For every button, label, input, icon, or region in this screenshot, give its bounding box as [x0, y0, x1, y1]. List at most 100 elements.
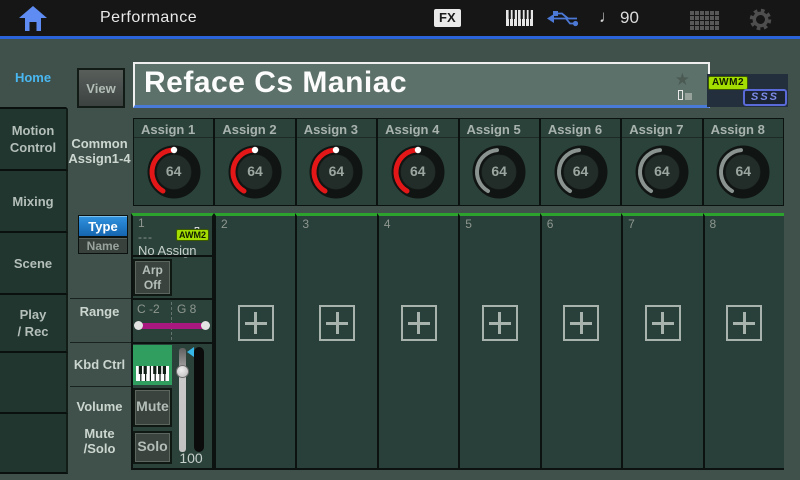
fx-status-badge[interactable]: FX: [434, 9, 461, 27]
part-3-slot[interactable]: 3: [295, 213, 376, 470]
sidebar-item-label: Control: [0, 139, 66, 156]
sidebar-item-home[interactable]: Home: [0, 47, 68, 109]
assign-knob-cell: Assign 5 64: [460, 119, 541, 205]
assign-knob-label: Assign 2: [215, 119, 294, 138]
arp-on-off-button[interactable]: Arp Off: [133, 259, 172, 296]
keyboard-status-icon: [506, 9, 536, 27]
volume-marker-icon: [187, 347, 194, 357]
assign-knob-value: 64: [630, 140, 694, 202]
assign-knob-5[interactable]: 64: [467, 140, 531, 204]
bank-flag-icon: [678, 82, 692, 100]
sidebar-nav: Home Motion Control Mixing Scene Play / …: [0, 47, 68, 474]
screen-title: Performance: [100, 9, 197, 27]
modx-home-screen: Performance FX ♩: [0, 0, 800, 480]
assign-knob-cell: Assign 1 64: [134, 119, 215, 205]
range-high-handle[interactable]: [201, 321, 210, 330]
divider: [131, 255, 214, 257]
assign-knob-6[interactable]: 64: [549, 140, 613, 204]
assign-knob-label: Assign 4: [378, 119, 457, 138]
common-assign-row-label: Common Assign1-4: [68, 136, 131, 166]
part-4-slot[interactable]: 4: [377, 213, 458, 470]
kbd-ctrl-row-label: Kbd Ctrl: [68, 357, 131, 372]
usb-midi-icon: [546, 9, 580, 28]
assign-knob-value: 64: [142, 140, 206, 202]
divider: [70, 342, 131, 343]
assign-knob-cell: Assign 8 64: [704, 119, 783, 205]
utility-gear-icon[interactable]: [748, 7, 773, 32]
divider: [70, 298, 131, 299]
sidebar-item-play-rec[interactable]: Play / Rec: [0, 295, 68, 353]
sidebar-item-mixing[interactable]: Mixing: [0, 171, 68, 233]
performance-name: Reface Cs Maniac: [144, 66, 407, 100]
add-part-button[interactable]: [319, 305, 355, 341]
divider: [131, 298, 214, 300]
assign-knob-8[interactable]: 64: [711, 140, 775, 204]
note-range-low[interactable]: C -2: [137, 302, 160, 316]
assign-knob-label: Assign 5: [460, 119, 539, 138]
home-icon[interactable]: [18, 5, 48, 32]
performance-name-box[interactable]: Reface Cs Maniac ★: [133, 62, 710, 108]
kbd-ctrl-button[interactable]: [133, 345, 172, 385]
sidebar-item-motion-control[interactable]: Motion Control: [0, 109, 68, 171]
mute-button[interactable]: Mute: [133, 388, 172, 427]
view-button[interactable]: View: [77, 68, 125, 108]
part-number: 8: [710, 217, 717, 231]
sidebar-item-scene[interactable]: Scene: [0, 233, 68, 295]
part-2-slot[interactable]: 2: [214, 213, 295, 470]
volume-value: 100: [171, 450, 211, 466]
assign-knob-value: 64: [304, 140, 368, 202]
sidebar-item-empty: [0, 353, 68, 414]
assign-knob-cell: Assign 6 64: [541, 119, 622, 205]
sidebar-item-label: / Rec: [0, 323, 66, 340]
part-number: 5: [465, 217, 472, 231]
assign-knob-label: Assign 7: [622, 119, 701, 138]
part-7-slot[interactable]: 7: [621, 213, 702, 470]
assign-knob-label: Assign 6: [541, 119, 620, 138]
name-button[interactable]: Name: [78, 237, 128, 254]
range-center-divider: [171, 302, 172, 340]
volume-slider-track[interactable]: [179, 348, 186, 452]
sidebar-item-label: Home: [0, 69, 66, 86]
level-meter: [194, 347, 204, 452]
assign-knob-value: 64: [467, 140, 531, 202]
note-range-high[interactable]: G 8: [177, 302, 196, 316]
assign-knob-7[interactable]: 64: [630, 140, 694, 204]
assign-knob-label: Assign 3: [297, 119, 376, 138]
mute-solo-row-label: Mute /Solo: [68, 426, 131, 456]
solo-button[interactable]: Solo: [133, 431, 172, 464]
part-8-slot[interactable]: 8: [703, 213, 784, 470]
assign-knob-value: 64: [223, 140, 287, 202]
assign-knob-value: 64: [386, 140, 450, 202]
part-category: ---: [138, 230, 153, 244]
quick-setup-grid-icon[interactable]: [690, 11, 694, 15]
type-button[interactable]: Type: [78, 215, 128, 237]
part-number: 1: [138, 216, 145, 230]
add-part-button[interactable]: [482, 305, 518, 341]
part-number: 7: [628, 217, 635, 231]
add-part-button[interactable]: [238, 305, 274, 341]
add-part-button[interactable]: [726, 305, 762, 341]
assign-knob-cell: Assign 3 64: [297, 119, 378, 205]
part-5-slot[interactable]: 5: [458, 213, 539, 470]
volume-slider-thumb[interactable]: [176, 365, 189, 378]
assign-knob-2[interactable]: 64: [223, 140, 287, 204]
add-part-button[interactable]: [645, 305, 681, 341]
volume-row-label: Volume: [68, 399, 131, 414]
add-part-button[interactable]: [401, 305, 437, 341]
assign-knob-4[interactable]: 64: [386, 140, 450, 204]
range-low-handle[interactable]: [134, 321, 143, 330]
engine-badge-panel: AWM2 SSS: [707, 74, 788, 107]
tempo-value[interactable]: 90: [620, 8, 639, 28]
part-engine-badge: AWM2: [176, 229, 209, 241]
add-part-button[interactable]: [563, 305, 599, 341]
assign-knob-value: 64: [711, 140, 775, 202]
assign-knob-label: Assign 1: [134, 119, 213, 138]
assign-knob-1[interactable]: 64: [142, 140, 206, 204]
part-6-slot[interactable]: 6: [540, 213, 621, 470]
assign-knob-3[interactable]: 64: [304, 140, 368, 204]
assign-knob-value: 64: [549, 140, 613, 202]
tempo-note-icon: ♩: [599, 7, 616, 27]
note-range-slider[interactable]: [136, 323, 208, 329]
part-1-strip[interactable]: 1 --- AWM2 No Assign Arp Off C -2 G 8: [131, 213, 214, 470]
sidebar-item-label: Scene: [0, 255, 66, 272]
